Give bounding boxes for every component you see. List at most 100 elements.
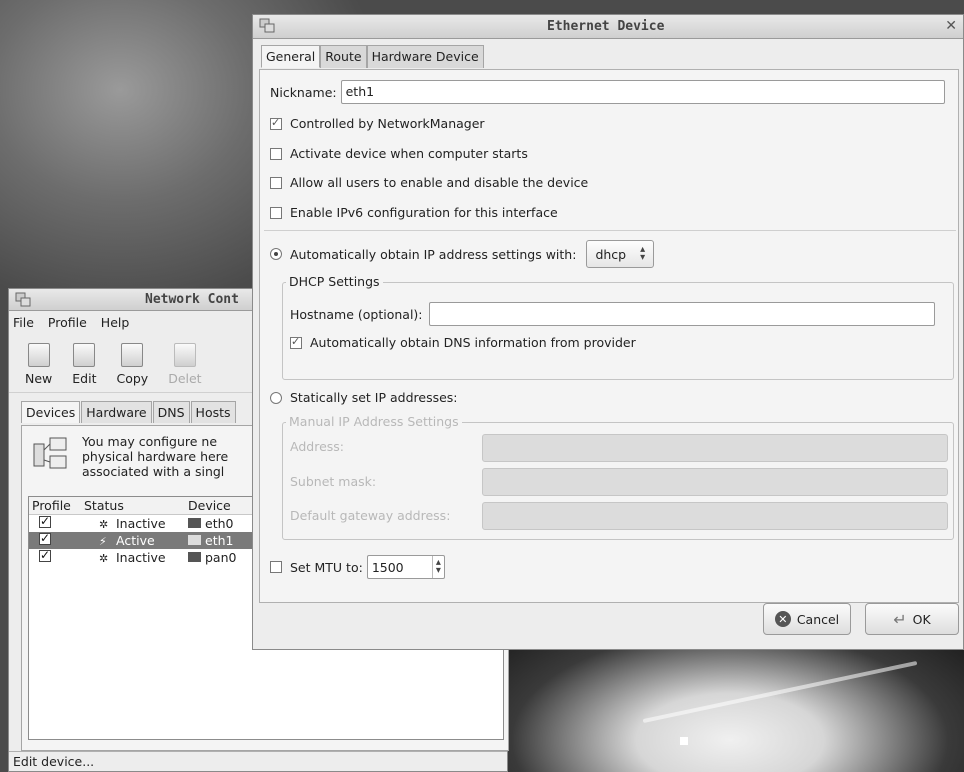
dialog-title: Ethernet Device (547, 19, 665, 34)
controlled-by-nm-row[interactable]: Controlled by NetworkManager (270, 116, 485, 131)
manual-ip-label: Manual IP Address Settings (286, 414, 462, 429)
ethernet-icon (188, 535, 201, 545)
dialog-window-icon (259, 18, 275, 33)
gateway-label: Default gateway address: (290, 508, 451, 523)
status-text: Inactive (116, 516, 166, 531)
column-profile[interactable]: Profile (29, 498, 81, 513)
enable-ipv6-label: Enable IPv6 configuration for this inter… (290, 205, 558, 220)
status-text: Inactive (116, 550, 166, 565)
ethernet-icon (188, 518, 201, 528)
delete-button[interactable]: Delet (168, 343, 202, 386)
background-highlight-dot (680, 737, 688, 745)
spin-arrows-icon[interactable]: ▴ ▾ (431, 556, 444, 578)
devices-info: You may configure ne physical hardware h… (32, 434, 228, 479)
inactive-status-icon: ✲ (99, 518, 109, 531)
address-input[interactable] (482, 434, 948, 462)
delete-button-label: Delet (168, 371, 202, 386)
copy-icon (121, 343, 144, 367)
network-devices-icon (33, 437, 67, 469)
auto-dns-label: Automatically obtain DNS information fro… (310, 335, 636, 350)
auto-ip-radio[interactable] (270, 248, 282, 260)
allow-all-users-label: Allow all users to enable and disable th… (290, 175, 589, 190)
network-window-icon (15, 292, 31, 307)
auto-ip-row: Automatically obtain IP address settings… (270, 240, 655, 268)
gateway-input[interactable] (482, 502, 948, 530)
status-text: Active (116, 533, 155, 548)
dhcp-settings-label: DHCP Settings (286, 274, 383, 289)
menu-file[interactable]: File (13, 315, 34, 330)
ok-icon: ↵ (893, 609, 907, 629)
edit-button-label: Edit (72, 371, 97, 386)
activate-on-start-row[interactable]: Activate device when computer starts (270, 146, 528, 161)
tab-general[interactable]: General (261, 45, 321, 68)
cancel-icon: ✕ (774, 611, 791, 627)
auto-dns-checkbox[interactable] (290, 335, 302, 349)
general-pane: Nickname: eth1 Controlled by NetworkMana… (259, 69, 959, 603)
new-button-label: New (25, 371, 53, 386)
separator (264, 230, 956, 231)
column-device[interactable]: Device (185, 498, 257, 513)
mtu-row: Set MTU to: 1500 ▴ ▾ (270, 555, 445, 579)
background-highlight (642, 660, 918, 724)
profile-checkbox[interactable] (39, 531, 51, 545)
edit-icon (73, 343, 96, 367)
ip-method-value: dhcp (595, 246, 627, 262)
address-label: Address: (290, 439, 344, 454)
tab-route[interactable]: Route (320, 45, 367, 68)
ok-button[interactable]: ↵ OK (865, 603, 959, 635)
activate-on-start-checkbox[interactable] (270, 147, 282, 160)
copy-button[interactable]: Copy (116, 343, 148, 386)
ok-button-label: OK (912, 611, 931, 627)
hostname-row: Hostname (optional): (290, 302, 935, 326)
cancel-button-label: Cancel (796, 611, 840, 627)
device-name: eth0 (205, 516, 234, 531)
tab-dns[interactable]: DNS (152, 401, 190, 423)
ip-method-combo[interactable]: dhcp ▴ ▾ (586, 240, 655, 268)
ethernet-icon (188, 552, 201, 562)
dhcp-settings-frame (282, 282, 954, 380)
status-bar: Edit device... (9, 751, 507, 771)
dialog-tabs: General Route Hardware Device (261, 45, 963, 68)
hostname-label: Hostname (optional): (290, 306, 423, 322)
profile-checkbox[interactable] (39, 514, 51, 528)
devices-info-text: You may configure ne physical hardware h… (82, 434, 229, 479)
device-name: pan0 (205, 550, 237, 565)
nickname-row: Nickname: eth1 (270, 80, 945, 104)
allow-all-users-row[interactable]: Allow all users to enable and disable th… (270, 175, 588, 190)
menu-help[interactable]: Help (101, 315, 130, 330)
tab-devices[interactable]: Devices (21, 401, 81, 423)
column-status[interactable]: Status (81, 498, 185, 513)
delete-icon (173, 343, 196, 367)
dialog-titlebar[interactable]: Ethernet Device ✕ (253, 15, 963, 39)
controlled-by-nm-checkbox[interactable] (270, 116, 282, 130)
edit-button[interactable]: Edit (72, 343, 96, 386)
active-status-icon: ⚡ (99, 535, 107, 548)
mtu-spinbox[interactable]: 1500 ▴ ▾ (366, 555, 445, 579)
static-ip-radio[interactable] (270, 391, 282, 404)
enable-ipv6-row[interactable]: Enable IPv6 configuration for this inter… (270, 205, 558, 220)
enable-ipv6-checkbox[interactable] (270, 206, 282, 219)
subnet-label: Subnet mask: (290, 474, 377, 489)
close-icon[interactable]: ✕ (945, 18, 957, 34)
tab-hardware-device[interactable]: Hardware Device (366, 45, 484, 68)
subnet-input[interactable] (482, 468, 948, 496)
network-window-title: Network Cont (145, 292, 239, 307)
nickname-input[interactable]: eth1 (340, 80, 945, 104)
tab-hosts[interactable]: Hosts (190, 401, 236, 423)
hostname-input[interactable] (428, 302, 935, 326)
tab-hardware[interactable]: Hardware (81, 401, 152, 423)
auto-ip-label: Automatically obtain IP address settings… (290, 246, 577, 262)
menu-profile[interactable]: Profile (48, 315, 87, 330)
activate-on-start-label: Activate device when computer starts (290, 146, 528, 161)
mtu-checkbox[interactable] (270, 561, 282, 573)
static-ip-row[interactable]: Statically set IP addresses: (270, 390, 458, 405)
profile-checkbox[interactable] (39, 548, 51, 562)
controlled-by-nm-label: Controlled by NetworkManager (290, 116, 485, 131)
ethernet-device-dialog: Ethernet Device ✕ General Route Hardware… (252, 14, 964, 650)
combo-arrows-icon: ▴ ▾ (640, 244, 646, 263)
new-button[interactable]: New (25, 343, 52, 386)
auto-dns-row[interactable]: Automatically obtain DNS information fro… (290, 335, 636, 350)
cancel-button[interactable]: ✕ Cancel (763, 603, 851, 635)
allow-all-users-checkbox[interactable] (270, 176, 282, 189)
static-ip-label: Statically set IP addresses: (290, 390, 458, 405)
